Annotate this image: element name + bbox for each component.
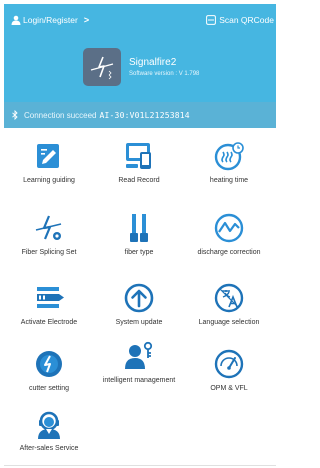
- system-update-icon: [124, 283, 154, 313]
- activate-electrode-icon: [37, 287, 64, 308]
- user-icon: [11, 15, 21, 25]
- menu-item-fiber-type[interactable]: fiber type: [94, 212, 184, 272]
- fiber-splicing-set-icon: [35, 215, 62, 240]
- menu-item-opm-vfl[interactable]: OPM & VFL: [184, 348, 274, 408]
- menu-label: Language selection: [198, 319, 260, 326]
- menu-label: Fiber Splicing Set: [21, 249, 77, 256]
- language-selection-icon: [214, 283, 244, 313]
- menu-label: Learning guiding: [23, 177, 75, 184]
- menu-label: fiber type: [124, 249, 154, 256]
- menu-item-read-record[interactable]: Read Record: [94, 140, 184, 200]
- menu-item-learning-guiding[interactable]: Learning guiding: [4, 140, 94, 200]
- connection-status-bar: Connection succeed AI-30:V01L21253814: [4, 102, 276, 128]
- learning-guiding-icon: [37, 144, 59, 168]
- scan-qrcode-button[interactable]: Scan QRCode: [206, 15, 274, 25]
- login-register-link[interactable]: Login/Register >: [11, 15, 89, 25]
- serial-number: AI-30:V01L21253814: [99, 110, 190, 120]
- menu-item-fiber-splicing-set[interactable]: Fiber Splicing Set: [4, 212, 94, 272]
- menu-item-language-selection[interactable]: Language selection: [184, 282, 274, 342]
- scan-qrcode-label: Scan QRCode: [219, 15, 274, 25]
- scan-icon: [206, 15, 217, 25]
- divider: [4, 465, 276, 466]
- device-logo: [83, 48, 121, 86]
- header: Login/Register > Scan QRCode Signalfire2…: [4, 4, 276, 128]
- after-sales-service-icon: [38, 411, 60, 439]
- splicer-logo-icon: [90, 56, 114, 80]
- bluetooth-icon: [12, 110, 18, 120]
- menu-item-heating-time[interactable]: heating time: [184, 140, 274, 200]
- menu-item-discharge-correction[interactable]: discharge correction: [184, 212, 274, 272]
- chevron-right-icon: >: [83, 15, 90, 25]
- opm-vfl-icon: [214, 349, 244, 379]
- menu-label: System update: [115, 319, 163, 326]
- menu-item-after-sales-service[interactable]: After-sales Service: [4, 408, 94, 468]
- menu-item-system-update[interactable]: System update: [94, 282, 184, 342]
- fiber-type-icon: [130, 214, 148, 242]
- menu-label: heating time: [209, 177, 249, 184]
- login-register-label: Login/Register: [23, 15, 78, 25]
- menu-label: discharge correction: [197, 249, 261, 256]
- intelligent-management-icon: [125, 341, 153, 369]
- top-bar: Login/Register > Scan QRCode: [11, 15, 276, 31]
- software-version: Software version : V 1.798: [129, 71, 200, 77]
- cutter-setting-icon: [36, 351, 62, 377]
- menu-label: Activate Electrode: [20, 319, 78, 326]
- device-info: Signalfire2 Software version : V 1.798: [83, 48, 199, 86]
- menu-label: After-sales Service: [19, 445, 79, 452]
- device-name: Signalfire2: [129, 57, 177, 68]
- menu-label: intelligent management: [102, 377, 176, 384]
- menu-item-intelligent-management[interactable]: intelligent management: [94, 340, 184, 400]
- heating-time-icon: [214, 142, 244, 171]
- menu-label: OPM & VFL: [210, 385, 248, 392]
- menu-label: Read Record: [118, 177, 160, 184]
- connection-status-text: Connection succeed: [24, 110, 97, 120]
- discharge-correction-icon: [214, 213, 244, 243]
- menu-item-activate-electrode[interactable]: Activate Electrode: [4, 282, 94, 342]
- read-record-icon: [126, 143, 151, 169]
- menu-label: cutter setting: [28, 385, 70, 392]
- menu-item-cutter-setting[interactable]: cutter setting: [4, 348, 94, 408]
